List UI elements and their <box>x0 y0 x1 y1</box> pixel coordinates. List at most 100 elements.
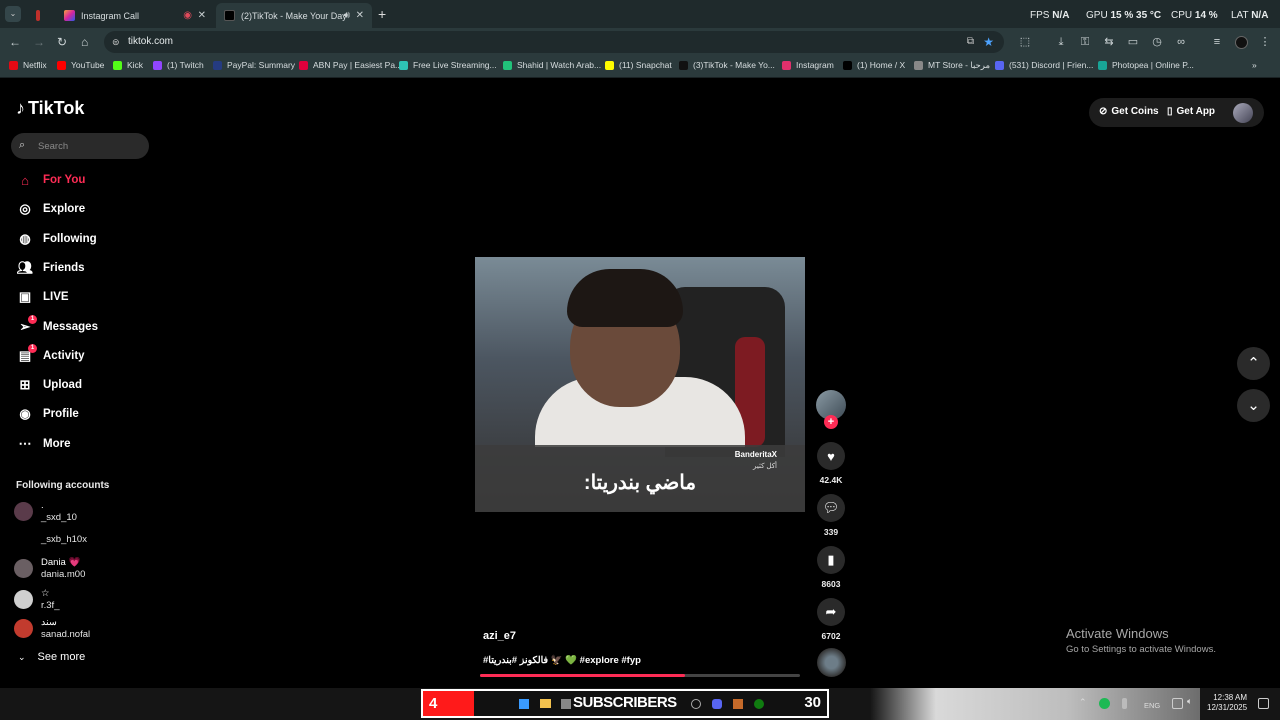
tab-tiktok[interactable]: (2)TikTok - Make Your Day 🔊︎ ✕ <box>216 3 372 28</box>
music-disc-icon[interactable] <box>817 648 846 677</box>
video-player[interactable]: BanderitaX أكل كثير ماضي بندريتا: <box>475 257 805 512</box>
translate-icon[interactable]: ⇆ <box>1103 36 1115 48</box>
bookmark-item[interactable]: Photopea | Online P... <box>1098 60 1194 70</box>
search-input[interactable]: ⌕ Search <box>11 133 149 159</box>
tab-list-icon[interactable]: ⌄ <box>5 6 21 22</box>
volume-icon[interactable]: 🔈︎ <box>1187 696 1198 707</box>
following-account[interactable]: . _sxd_10 <box>14 500 77 523</box>
bookmark-item[interactable]: Instagram <box>782 60 834 70</box>
history-icon[interactable]: ◷ <box>1151 36 1163 48</box>
tab-close-icon[interactable]: ✕ <box>356 10 364 21</box>
sidebar-item-messages[interactable]: ➢ 1 Messages <box>16 314 98 337</box>
home-icon: ⌂ <box>21 172 29 188</box>
tab-pinned[interactable] <box>28 3 54 28</box>
vpn-icon[interactable]: ⚿ <box>1079 36 1091 48</box>
following-account[interactable]: ☆ r.3f_ <box>14 588 60 611</box>
xbox-icon[interactable] <box>754 699 764 709</box>
tab-close-icon[interactable]: ✕ <box>198 10 206 21</box>
see-more-button[interactable]: ⌄ See more <box>18 651 85 663</box>
chrome-icon[interactable] <box>691 699 701 709</box>
forward-icon[interactable]: → <box>33 35 45 49</box>
video-author[interactable]: azi_e7 <box>483 630 516 642</box>
bookmark-item[interactable]: MT Store - مرحبا <box>914 60 990 71</box>
spotify-icon[interactable] <box>1099 698 1110 709</box>
file-explorer-icon[interactable] <box>540 699 551 708</box>
discord-icon[interactable] <box>712 699 722 709</box>
following-accounts-title: Following accounts <box>16 480 110 491</box>
wallet-icon[interactable]: ▭ <box>1127 36 1139 48</box>
bookmark-item[interactable]: Shahid | Watch Arab... <box>503 60 601 70</box>
notification-icon[interactable] <box>1258 698 1269 709</box>
bookmark-item[interactable]: Free Live Streaming... <box>399 60 497 70</box>
sidebar-item-profile[interactable]: ◉ Profile <box>16 404 78 424</box>
share-button[interactable]: ➦ 6702 <box>817 598 845 641</box>
video-progress-bar[interactable] <box>480 674 800 677</box>
profile-avatar-icon[interactable] <box>1235 36 1248 49</box>
tray-chevron-icon[interactable]: ⌃ <box>1079 697 1087 708</box>
bookmark-item[interactable]: Netflix <box>9 60 47 70</box>
sidebar-item-upload[interactable]: ⊞ Upload <box>16 375 82 395</box>
network-icon[interactable] <box>1172 698 1183 709</box>
overlay-text: أكل كثير <box>753 463 777 470</box>
next-video-button[interactable]: ⌄ <box>1237 389 1270 422</box>
reload-icon[interactable]: ↻ <box>57 35 67 49</box>
link-icon[interactable]: ∞ <box>1175 36 1187 48</box>
tab-close-icon[interactable]: ◉ <box>183 10 192 21</box>
sidebar-item-for-you[interactable]: ⌂ For You <box>16 170 85 190</box>
speaker-icon[interactable]: 🔊︎ <box>344 10 350 21</box>
share-count: 6702 <box>821 631 841 641</box>
start-icon[interactable] <box>519 699 529 709</box>
app-icon[interactable] <box>733 699 743 709</box>
sidebar-item-following[interactable]: ◍ Following <box>16 229 96 249</box>
phone-icon: ▯ <box>1167 106 1173 117</box>
tab-instagram-call[interactable]: Instagram Call ◉ ✕ <box>56 3 214 28</box>
bookmark-star-icon[interactable]: ★ <box>983 31 994 53</box>
save-button[interactable]: ▮ 8603 <box>817 546 845 589</box>
profile-icon: ◉ <box>19 406 31 422</box>
notification-badge: 1 <box>28 314 37 324</box>
previous-video-button[interactable]: ⌃ <box>1237 347 1270 380</box>
home-icon[interactable]: ⌂ <box>81 35 88 49</box>
menu-icon[interactable]: ⋮ <box>1259 36 1271 48</box>
bookmarks-overflow-icon[interactable]: » <box>1252 60 1257 70</box>
tiktok-logo[interactable]: ♪ TikTok <box>16 98 84 119</box>
sidebar-icon[interactable]: ≡ <box>1211 36 1223 48</box>
comment-button[interactable]: 💬︎ 339 <box>817 494 845 537</box>
account-username: _sxd_10 <box>41 512 77 523</box>
install-icon[interactable]: ⧉ <box>967 31 974 53</box>
bookmark-item[interactable]: (11) Snapchat <box>605 60 672 70</box>
sidebar-item-friends[interactable]: 👥︎ Friends <box>16 258 85 278</box>
back-icon[interactable]: ← <box>9 35 21 49</box>
taskbar-clock[interactable]: 12:38 AM 12/31/2025 <box>1207 693 1247 713</box>
bookmark-item[interactable]: (1) Home / X <box>843 60 905 70</box>
bookmark-item[interactable]: Kick <box>113 60 143 70</box>
site-info-icon[interactable]: ⊜ <box>112 31 120 53</box>
bookmark-item[interactable]: (531) Discord | Frien... <box>995 60 1093 70</box>
sidebar-item-explore[interactable]: ◎ Explore <box>16 199 85 219</box>
like-button[interactable]: ♥ 42.4K <box>817 442 845 485</box>
get-coins-button[interactable]: ⊘ Get Coins <box>1099 106 1159 117</box>
download-icon[interactable]: ⤓ <box>1055 36 1067 48</box>
microphone-icon[interactable] <box>1122 698 1127 709</box>
bookmark-item[interactable]: PayPal: Summary <box>213 60 295 70</box>
following-account[interactable]: Dania 💗 dania.m00 <box>14 557 85 580</box>
get-app-button[interactable]: ▯ Get App <box>1167 106 1215 117</box>
following-account[interactable]: سند sanad.nofal <box>14 617 90 640</box>
activity-icon: ▤ 1 <box>16 343 37 364</box>
follow-plus-icon[interactable]: + <box>824 415 838 429</box>
bookmark-item[interactable]: YouTube <box>57 60 104 70</box>
language-indicator[interactable]: ENG <box>1144 701 1160 710</box>
user-avatar[interactable] <box>1233 103 1253 123</box>
following-account[interactable]: _sxb_h10x <box>14 530 87 549</box>
url-input[interactable]: ⊜ tiktok.com ⧉ ★ <box>104 31 1004 53</box>
video-hashtags[interactable]: #فالكونز #بندريتا 🦅 💚 #explore #fyp <box>483 655 641 666</box>
bookmark-item[interactable]: (3)TikTok - Make Yo... <box>679 60 775 70</box>
bookmark-item[interactable]: ABN Pay | Easiest Pa... <box>299 60 402 70</box>
store-icon[interactable] <box>561 699 571 709</box>
new-tab-button[interactable]: + <box>378 6 386 22</box>
sidebar-item-live[interactable]: ▣ LIVE <box>16 287 69 307</box>
sidebar-item-activity[interactable]: ▤ 1 Activity <box>16 343 85 366</box>
extensions-icon[interactable]: ⬚ <box>1019 36 1031 48</box>
bookmark-item[interactable]: (1) Twitch <box>153 60 204 70</box>
sidebar-item-more[interactable]: ⋯ More <box>16 434 71 454</box>
